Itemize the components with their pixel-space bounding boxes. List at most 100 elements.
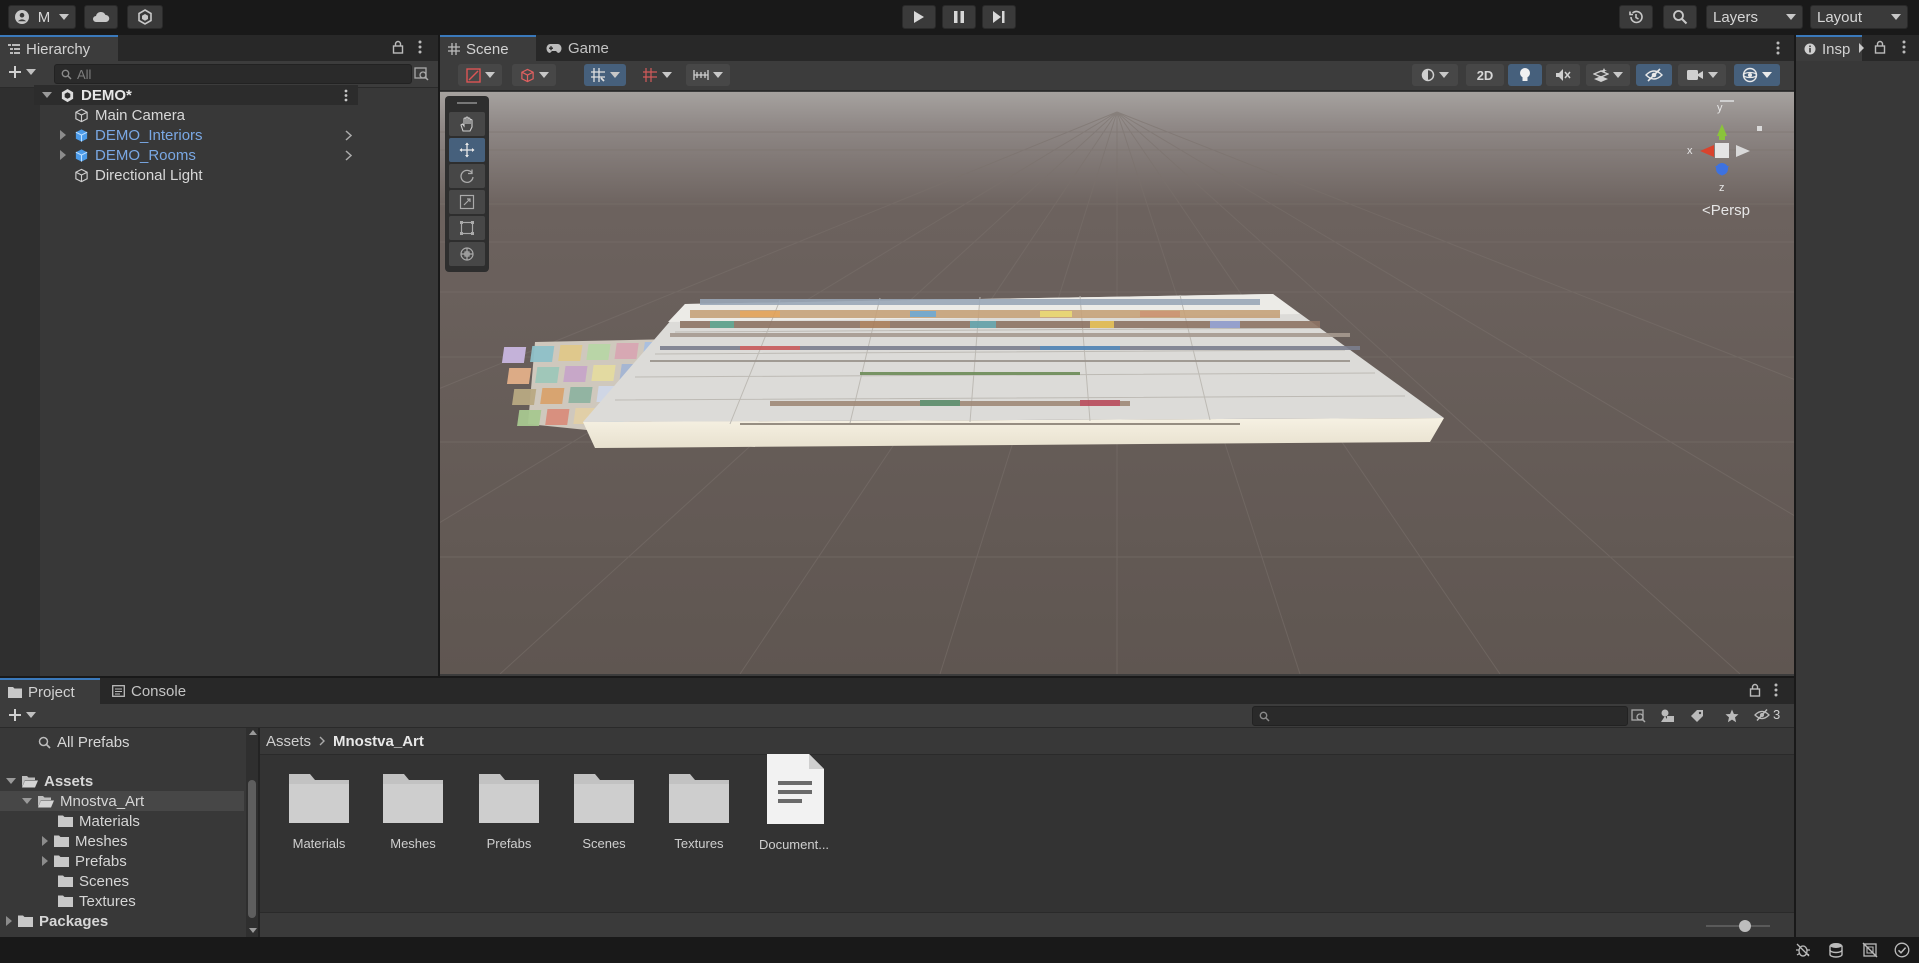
projection-label[interactable]: <Persp <box>1702 202 1750 219</box>
hand-tool-button[interactable] <box>449 112 485 136</box>
tree-materials[interactable]: Materials <box>58 811 140 831</box>
chevron-right-icon[interactable] <box>42 836 48 846</box>
collab-button[interactable] <box>127 5 163 29</box>
hidden-packages-toggle[interactable]: 3 <box>1754 707 1780 722</box>
chevron-right-icon[interactable] <box>6 916 12 926</box>
kebab-menu-icon[interactable] <box>418 40 422 54</box>
all-prefabs-item[interactable]: All Prefabs <box>38 732 130 752</box>
transform-tool-button[interactable] <box>449 242 485 266</box>
tree-scrollbar[interactable] <box>246 728 258 937</box>
asset-tile-label: Scenes <box>582 836 626 851</box>
layout-dropdown[interactable]: Layout <box>1810 5 1908 29</box>
zoom-slider-track[interactable] <box>1706 925 1770 927</box>
zoom-slider-thumb[interactable] <box>1739 920 1751 932</box>
orientation-gizmo[interactable]: y x z <Persp <box>1660 100 1780 230</box>
overlay-dropdown[interactable] <box>1412 64 1458 86</box>
layers-dropdown[interactable]: Layers <box>1706 5 1803 29</box>
tree-mnostva-art[interactable]: Mnostva_Art <box>22 791 144 811</box>
tree-assets[interactable]: Assets <box>6 771 93 791</box>
hierarchy-scene-row[interactable]: DEMO* <box>34 85 358 105</box>
star-icon[interactable] <box>1725 709 1739 723</box>
pause-button[interactable] <box>942 5 976 29</box>
chevron-right-icon[interactable] <box>1858 43 1864 53</box>
chevron-right-icon[interactable] <box>60 130 66 140</box>
chevron-right-icon[interactable] <box>345 149 352 161</box>
tab-project[interactable]: Project <box>0 678 100 704</box>
history-button[interactable] <box>1619 5 1653 29</box>
breadcrumb-assets[interactable]: Assets <box>266 733 311 750</box>
breadcrumb-current[interactable]: Mnostva_Art <box>333 733 424 750</box>
tab-game[interactable]: Game <box>538 35 618 61</box>
rotate-tool-button[interactable] <box>449 164 485 188</box>
asset-tile-folder[interactable]: Materials <box>274 770 364 851</box>
add-object-button[interactable] <box>8 65 36 79</box>
kebab-menu-icon[interactable] <box>1774 683 1778 697</box>
tag-icon[interactable] <box>1690 709 1704 723</box>
camera-dropdown[interactable] <box>1678 64 1726 86</box>
tab-inspector-label: Insp <box>1822 40 1851 58</box>
hierarchy-search-input[interactable]: All <box>54 64 412 84</box>
tab-scene[interactable]: Scene <box>440 35 536 61</box>
play-button[interactable] <box>902 5 936 29</box>
search-by-type-icon[interactable] <box>1631 709 1647 723</box>
kebab-menu-icon[interactable] <box>344 89 348 102</box>
tab-inspector[interactable]: Insp <box>1796 35 1862 61</box>
lock-icon[interactable] <box>1874 40 1886 54</box>
tree-meshes[interactable]: Meshes <box>42 831 128 851</box>
hierarchy-item[interactable]: DEMO_Interiors <box>34 125 358 145</box>
palette-grip[interactable] <box>457 102 477 104</box>
tree-packages[interactable]: Packages <box>6 911 108 931</box>
increment-snap-dropdown[interactable] <box>686 64 730 86</box>
kebab-menu-icon[interactable] <box>1902 40 1906 54</box>
filter-by-type-icon[interactable] <box>1660 709 1676 723</box>
render-mode-dropdown[interactable] <box>512 64 556 86</box>
cloud-button[interactable] <box>84 5 118 29</box>
tab-hierarchy[interactable]: Hierarchy <box>0 35 118 61</box>
lock-icon[interactable] <box>1749 683 1761 697</box>
chevron-up-icon[interactable] <box>249 730 257 735</box>
asset-tile-folder[interactable]: Scenes <box>559 770 649 851</box>
check-circle-icon[interactable] <box>1894 942 1910 958</box>
rect-tool-button[interactable] <box>449 216 485 240</box>
grid-snap-dropdown[interactable] <box>584 64 626 86</box>
scene-visibility-toggle[interactable] <box>1636 64 1672 86</box>
effects-dropdown[interactable] <box>1586 64 1630 86</box>
asset-tile-folder[interactable]: Meshes <box>368 770 458 851</box>
step-button[interactable] <box>982 5 1016 29</box>
lock-icon[interactable] <box>392 40 404 54</box>
chevron-down-icon[interactable] <box>249 928 257 933</box>
cache-server-icon[interactable] <box>1828 942 1844 958</box>
lighting-toggle[interactable] <box>1508 64 1542 86</box>
network-off-icon[interactable] <box>1862 942 1878 958</box>
mode-2d-toggle[interactable]: 2D <box>1466 64 1504 86</box>
kebab-menu-icon[interactable] <box>1776 41 1780 55</box>
gizmos-dropdown[interactable] <box>1734 64 1780 86</box>
project-search-input[interactable] <box>1252 706 1628 726</box>
search-button[interactable] <box>1663 5 1697 29</box>
create-asset-button[interactable] <box>8 708 36 722</box>
debug-off-icon[interactable] <box>1795 942 1811 958</box>
scene-viewport[interactable]: y x z <Persp <box>440 92 1794 674</box>
tree-scrollbar-thumb[interactable] <box>248 780 256 918</box>
hierarchy-item[interactable]: Main Camera <box>34 105 358 125</box>
draw-mode-dropdown[interactable] <box>458 64 502 86</box>
chevron-right-icon[interactable] <box>42 856 48 866</box>
asset-tile-document[interactable]: Document... <box>749 754 839 852</box>
chevron-right-icon[interactable] <box>345 129 352 141</box>
tab-console[interactable]: Console <box>104 678 204 704</box>
scale-tool-button[interactable] <box>449 190 485 214</box>
chevron-right-icon <box>319 736 326 746</box>
asset-tile-folder[interactable]: Textures <box>654 770 744 851</box>
audio-toggle[interactable] <box>1546 64 1580 86</box>
account-dropdown[interactable]: M <box>8 5 76 29</box>
hierarchy-item[interactable]: DEMO_Rooms <box>34 145 358 165</box>
search-by-type-icon[interactable] <box>414 67 430 81</box>
grid-options-dropdown[interactable] <box>636 64 678 86</box>
asset-tile-folder[interactable]: Prefabs <box>464 770 554 851</box>
move-tool-button[interactable] <box>449 138 485 162</box>
hierarchy-item[interactable]: Directional Light <box>34 165 358 185</box>
tree-textures[interactable]: Textures <box>58 891 136 911</box>
chevron-right-icon[interactable] <box>60 150 66 160</box>
tree-prefabs[interactable]: Prefabs <box>42 851 127 871</box>
tree-scenes[interactable]: Scenes <box>58 871 129 891</box>
